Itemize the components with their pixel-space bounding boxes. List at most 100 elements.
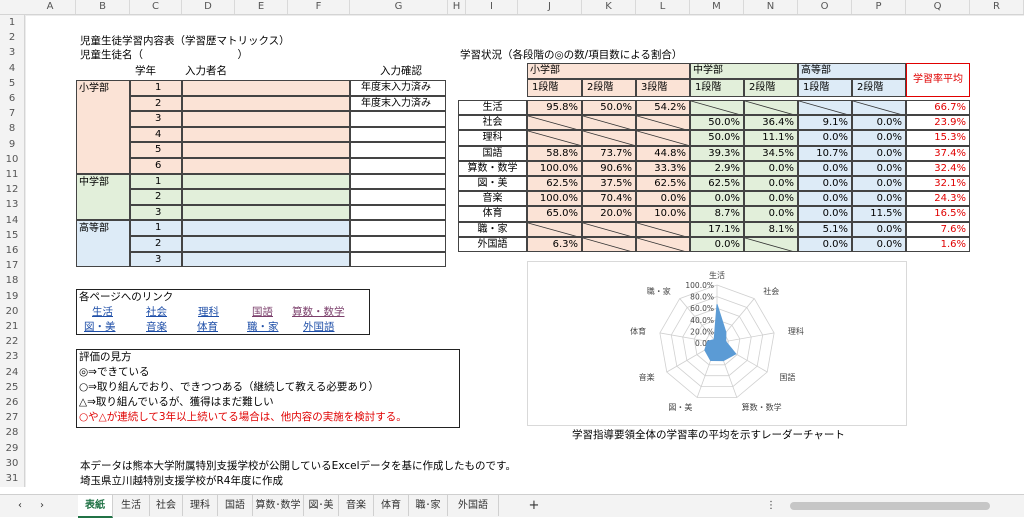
column-header-M[interactable]: M xyxy=(690,0,744,14)
link-7[interactable]: 音楽 xyxy=(146,320,167,334)
column-header-Q[interactable]: Q xyxy=(906,0,970,14)
link-4[interactable]: 国語 xyxy=(252,305,273,319)
link-10[interactable]: 外国語 xyxy=(303,320,335,334)
column-header-P[interactable]: P xyxy=(852,0,906,14)
confirm-cell[interactable] xyxy=(350,111,446,127)
column-header-B[interactable]: B xyxy=(76,0,130,14)
row-header-7[interactable]: 7 xyxy=(0,106,24,121)
column-header-I[interactable]: I xyxy=(466,0,518,14)
row-header-14[interactable]: 14 xyxy=(0,213,24,228)
column-header-J[interactable]: J xyxy=(518,0,582,14)
inputter-cell[interactable] xyxy=(182,173,350,190)
confirm-cell[interactable]: 年度末入力済み xyxy=(350,80,446,96)
row-header-26[interactable]: 26 xyxy=(0,395,24,410)
inputter-cell[interactable] xyxy=(182,142,350,158)
confirm-cell[interactable] xyxy=(350,189,446,205)
link-1[interactable]: 生活 xyxy=(92,305,113,319)
column-header-R[interactable]: R xyxy=(970,0,1024,14)
row-header-30[interactable]: 30 xyxy=(0,456,24,471)
column-header-H[interactable]: H xyxy=(448,0,466,14)
link-3[interactable]: 理科 xyxy=(198,305,219,319)
row-header-2[interactable]: 2 xyxy=(0,30,24,45)
row-header-6[interactable]: 6 xyxy=(0,91,24,106)
column-header-N[interactable]: N xyxy=(744,0,798,14)
column-header-F[interactable]: F xyxy=(288,0,350,14)
row-header-5[interactable]: 5 xyxy=(0,76,24,91)
inputter-cell[interactable] xyxy=(182,80,350,96)
row-header-3[interactable]: 3 xyxy=(0,45,24,60)
row-header-23[interactable]: 23 xyxy=(0,349,24,364)
inputter-cell[interactable] xyxy=(182,204,350,221)
inputter-cell[interactable] xyxy=(182,220,350,236)
sheet-tab-11[interactable]: 外国語 xyxy=(448,495,499,516)
row-header-10[interactable]: 10 xyxy=(0,152,24,167)
sheet-tab-2[interactable]: 生活 xyxy=(113,495,150,516)
sheet-tab-10[interactable]: 職･家 xyxy=(409,495,448,516)
row-header-15[interactable]: 15 xyxy=(0,228,24,243)
tab-nav-next[interactable]: › xyxy=(32,495,52,516)
sheet-tab-6[interactable]: 算数･数学 xyxy=(253,495,304,516)
link-2[interactable]: 社会 xyxy=(146,305,167,319)
row-header-20[interactable]: 20 xyxy=(0,304,24,319)
inputter-cell[interactable] xyxy=(182,158,350,174)
row-header-27[interactable]: 27 xyxy=(0,410,24,425)
column-header-O[interactable]: O xyxy=(798,0,852,14)
row-header-24[interactable]: 24 xyxy=(0,365,24,380)
link-8[interactable]: 体育 xyxy=(197,320,218,334)
tab-nav-prev[interactable]: ‹ xyxy=(10,495,30,516)
confirm-cell[interactable] xyxy=(350,251,446,268)
inputter-cell[interactable] xyxy=(182,251,350,268)
row-header-16[interactable]: 16 xyxy=(0,243,24,258)
row-header-18[interactable]: 18 xyxy=(0,273,24,288)
row-header-12[interactable]: 12 xyxy=(0,182,24,197)
sheet-tab-7[interactable]: 図･美 xyxy=(304,495,339,516)
column-header-K[interactable]: K xyxy=(582,0,636,14)
row-header-13[interactable]: 13 xyxy=(0,197,24,212)
horizontal-scrollbar-thumb[interactable] xyxy=(790,502,990,510)
row-header-28[interactable]: 28 xyxy=(0,425,24,440)
confirm-cell[interactable] xyxy=(350,142,446,158)
link-9[interactable]: 職・家 xyxy=(247,320,279,334)
row-header-19[interactable]: 19 xyxy=(0,289,24,304)
column-header-D[interactable]: D xyxy=(182,0,235,14)
link-6[interactable]: 図・美 xyxy=(84,320,116,334)
tabs-more-handle[interactable]: ⋮ xyxy=(766,495,776,516)
row-header-17[interactable]: 17 xyxy=(0,258,24,273)
confirm-cell[interactable] xyxy=(350,236,446,252)
inputter-cell[interactable] xyxy=(182,189,350,205)
column-header-G[interactable]: G xyxy=(350,0,448,14)
sheet-tab-9[interactable]: 体育 xyxy=(374,495,409,516)
row-header-25[interactable]: 25 xyxy=(0,380,24,395)
row-header-21[interactable]: 21 xyxy=(0,319,24,334)
inputter-cell[interactable] xyxy=(182,236,350,252)
inputter-cell[interactable] xyxy=(182,126,350,143)
add-sheet-button[interactable]: + xyxy=(524,495,544,516)
column-header-E[interactable]: E xyxy=(235,0,288,14)
column-header-L[interactable]: L xyxy=(636,0,690,14)
column-header-C[interactable]: C xyxy=(130,0,182,14)
link-5[interactable]: 算数・数学 xyxy=(292,305,345,319)
row-header-22[interactable]: 22 xyxy=(0,334,24,349)
row-header-8[interactable]: 8 xyxy=(0,121,24,136)
sheet-tab-4[interactable]: 理科 xyxy=(183,495,218,516)
row-header-9[interactable]: 9 xyxy=(0,137,24,152)
confirm-cell[interactable]: 年度末入力済み xyxy=(350,95,446,112)
sheet-tab-8[interactable]: 音楽 xyxy=(339,495,374,516)
sheet-tab-1[interactable]: 表紙 xyxy=(78,495,113,518)
inputter-cell[interactable] xyxy=(182,95,350,112)
column-header-A[interactable]: A xyxy=(25,0,76,14)
sheet-tab-5[interactable]: 国語 xyxy=(218,495,253,516)
row-header-29[interactable]: 29 xyxy=(0,441,24,456)
confirm-cell[interactable] xyxy=(350,158,446,174)
confirm-cell[interactable] xyxy=(350,173,446,190)
confirm-cell[interactable] xyxy=(350,204,446,221)
row-header-31[interactable]: 31 xyxy=(0,471,24,486)
confirm-cell[interactable] xyxy=(350,126,446,143)
row-header-4[interactable]: 4 xyxy=(0,61,24,76)
confirm-cell[interactable] xyxy=(350,220,446,236)
empty-cell xyxy=(582,221,636,237)
inputter-cell[interactable] xyxy=(182,111,350,127)
row-header-11[interactable]: 11 xyxy=(0,167,24,182)
sheet-tab-3[interactable]: 社会 xyxy=(150,495,183,516)
row-header-1[interactable]: 1 xyxy=(0,15,24,30)
